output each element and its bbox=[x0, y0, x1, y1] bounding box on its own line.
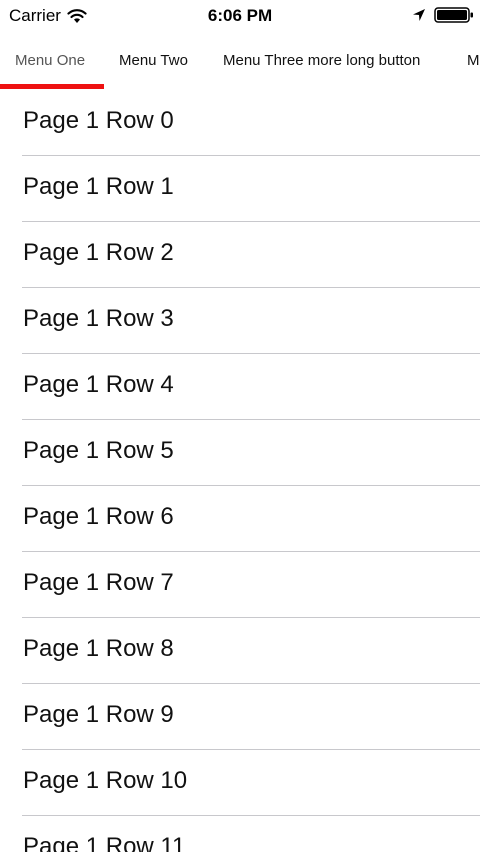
list-item[interactable]: Page 1 Row 9 bbox=[0, 684, 480, 750]
list-item[interactable]: Page 1 Row 10 bbox=[0, 750, 480, 816]
row-label: Page 1 Row 1 bbox=[23, 173, 174, 200]
row-label: Page 1 Row 0 bbox=[23, 107, 174, 134]
tab-menu-two[interactable]: Menu Two bbox=[119, 52, 188, 69]
tab-menu-one[interactable]: Menu One bbox=[15, 52, 85, 69]
row-label: Page 1 Row 7 bbox=[23, 569, 174, 596]
row-label: Page 1 Row 4 bbox=[23, 371, 174, 398]
row-label: Page 1 Row 6 bbox=[23, 503, 174, 530]
row-label: Page 1 Row 3 bbox=[23, 305, 174, 332]
row-label: Page 1 Row 9 bbox=[23, 701, 174, 728]
list-item[interactable]: Page 1 Row 2 bbox=[0, 222, 480, 288]
list-item[interactable]: Page 1 Row 1 bbox=[0, 156, 480, 222]
row-label: Page 1 Row 10 bbox=[23, 767, 188, 794]
row-label: Page 1 Row 2 bbox=[23, 239, 174, 266]
status-right bbox=[412, 6, 474, 24]
app-screen: Carrier 6:06 PM Menu One Menu Two Menu T… bbox=[0, 0, 480, 852]
row-label: Page 1 Row 11 bbox=[23, 833, 186, 852]
tab-menu-four[interactable]: M bbox=[467, 52, 480, 69]
row-label: Page 1 Row 5 bbox=[23, 437, 174, 464]
list-item[interactable]: Page 1 Row 3 bbox=[0, 288, 480, 354]
active-tab-indicator bbox=[0, 84, 104, 89]
row-list: Page 1 Row 0 Page 1 Row 1 Page 1 Row 2 P… bbox=[0, 90, 480, 852]
menu-tab-bar: Menu One Menu Two Menu Three more long b… bbox=[0, 40, 480, 90]
list-item[interactable]: Page 1 Row 8 bbox=[0, 618, 480, 684]
list-item[interactable]: Page 1 Row 0 bbox=[0, 90, 480, 156]
list-item[interactable]: Page 1 Row 7 bbox=[0, 552, 480, 618]
status-bar: Carrier 6:06 PM bbox=[0, 0, 480, 32]
list-item[interactable]: Page 1 Row 6 bbox=[0, 486, 480, 552]
status-time: 6:06 PM bbox=[207, 6, 273, 25]
list-item[interactable]: Page 1 Row 5 bbox=[0, 420, 480, 486]
row-label: Page 1 Row 8 bbox=[23, 635, 174, 662]
list-item[interactable]: Page 1 Row 4 bbox=[0, 354, 480, 420]
battery-icon bbox=[434, 7, 473, 23]
location-arrow-icon bbox=[413, 9, 425, 21]
list-item[interactable]: Page 1 Row 11 bbox=[0, 816, 480, 852]
tab-menu-three[interactable]: Menu Three more long button bbox=[223, 52, 420, 69]
